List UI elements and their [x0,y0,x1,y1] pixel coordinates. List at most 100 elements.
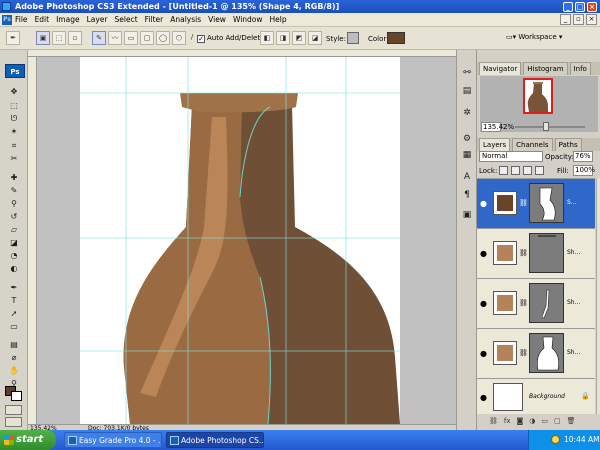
tool-presets-icon[interactable]: ▤ [460,84,474,98]
combine-intersect-icon[interactable]: ◩ [292,31,306,45]
lock-pixels-icon[interactable] [511,166,520,175]
combine-add-icon[interactable]: ◧ [260,31,274,45]
magic-wand-icon[interactable]: ✶ [6,126,22,138]
menu-help[interactable]: Help [270,13,287,27]
layer-name[interactable]: Background [529,393,565,400]
menu-image[interactable]: Image [56,13,80,27]
add-mask-icon[interactable]: ◙ [517,414,524,428]
link-layers-icon[interactable]: ⛓ [489,414,498,428]
opacity-input[interactable]: 76% [573,151,593,162]
layers-scrollbar[interactable] [596,178,600,414]
combine-exclude-icon[interactable]: ◪ [308,31,322,45]
move-icon[interactable]: ✥ [6,86,22,98]
path-select-icon[interactable]: ➚ [6,308,22,320]
rounded-rect-icon[interactable]: ▢ [140,31,154,45]
layer-name[interactable]: Sh... [567,249,580,256]
brushes-icon[interactable]: ⚯ [460,66,474,80]
doc-minimize-button[interactable]: _ [560,14,571,25]
tab-paths[interactable]: Paths [554,138,582,151]
background-color-swatch[interactable] [11,391,22,401]
navigator-thumbnail[interactable] [523,78,553,114]
eraser-icon[interactable]: ▱ [6,224,22,236]
layer-row[interactable]: ● ⛓ Sh... [477,329,595,379]
shape-icon[interactable]: ▭ [6,321,22,333]
lock-transparent-icon[interactable] [499,166,508,175]
lasso-icon[interactable]: ᘎ [6,113,22,125]
menu-layer[interactable]: Layer [87,13,108,27]
close-button[interactable]: × [587,1,597,12]
combine-subtract-icon[interactable]: ◨ [276,31,290,45]
eyedropper-icon[interactable]: ⌀ [6,352,22,364]
freeform-pen-icon[interactable]: 〰 [108,31,122,45]
navigator-slider-knob[interactable] [543,122,549,131]
navigator-zoom-slider[interactable] [515,126,585,128]
lock-position-icon[interactable] [523,166,532,175]
tab-channels[interactable]: Channels [512,138,553,151]
navigator-zoom-input[interactable]: 135.42% [481,122,514,132]
type-icon[interactable]: T [6,295,22,307]
tab-info[interactable]: Info [569,62,591,75]
brush-icon[interactable]: ✎ [6,185,22,197]
ps-menu-icon[interactable]: Ps [2,15,12,25]
menu-view[interactable]: View [208,13,226,27]
menu-analysis[interactable]: Analysis [170,13,201,27]
delete-layer-icon[interactable]: 🗑 [567,414,576,428]
visibility-eye-icon[interactable]: ● [480,249,487,258]
menu-edit[interactable]: Edit [35,13,50,27]
hand-icon[interactable]: ✋ [6,365,22,377]
new-group-icon[interactable]: ▭ [541,414,548,428]
workspace-menu[interactable]: ▭▾ Workspace ▾ [506,33,562,41]
marquee-icon[interactable]: ⬚ [6,100,22,112]
fill-pixels-icon[interactable]: ▫ [68,31,82,45]
layer-row[interactable]: ● ⛓ Sh... [477,279,595,329]
line-shape-icon[interactable]: / [188,31,196,45]
maximize-button[interactable]: □ [575,1,585,12]
polygon-shape-icon[interactable]: ⬡ [172,31,186,45]
menu-window[interactable]: Window [233,13,263,27]
rectangle-shape-icon[interactable]: ▭ [124,31,138,45]
tab-histogram[interactable]: Histogram [523,62,568,75]
gradient-icon[interactable]: ◪ [6,237,22,249]
layer-row[interactable]: ● ⛓ Sh... [477,229,595,279]
menu-select[interactable]: Select [115,13,138,27]
layer-name[interactable]: Sh... [567,349,580,356]
healing-icon[interactable]: ✚ [6,172,22,184]
minimize-button[interactable]: _ [563,1,573,12]
lock-all-icon[interactable] [535,166,544,175]
doc-close-button[interactable]: × [586,14,597,25]
visibility-eye-icon[interactable]: ● [480,299,487,308]
screen-mode-icon[interactable] [5,417,22,427]
shape-layers-icon[interactable]: ▣ [36,31,50,45]
actions-icon[interactable]: ▦ [460,148,474,162]
layer-comps-icon[interactable]: ▣ [460,208,474,222]
visibility-eye-icon[interactable]: ● [480,199,487,208]
ellipse-shape-icon[interactable]: ◯ [156,31,170,45]
taskbar-item[interactable]: Easy Grade Pro 4.0 - ... [64,432,162,448]
fx-icon[interactable]: fx [504,414,511,428]
fill-input[interactable]: 100% [573,165,595,176]
pen-icon[interactable]: ✒ [6,282,22,294]
auto-add-delete-checkbox[interactable]: ✓ Auto Add/Delete [197,34,264,43]
dodge-icon[interactable]: ◐ [6,263,22,275]
layer-name[interactable]: S... [567,199,577,206]
visibility-eye-icon[interactable]: ● [480,349,487,358]
clock[interactable]: 10:44 AM [564,430,600,450]
paragraph-icon[interactable]: ¶ [460,188,474,202]
character-icon[interactable]: A [460,170,474,184]
history-brush-icon[interactable]: ↺ [6,211,22,223]
visibility-eye-icon[interactable]: ● [480,393,487,402]
doc-restore-button[interactable]: ▫ [573,14,584,25]
start-button[interactable]: start [0,430,56,450]
adjustment-layer-icon[interactable]: ◑ [529,414,535,428]
color-swatch[interactable] [387,32,405,44]
canvas[interactable] [80,57,400,424]
style-picker[interactable] [347,32,359,44]
blend-mode-select[interactable]: Normal [479,151,543,162]
layer-name[interactable]: Sh... [567,299,580,306]
crop-icon[interactable]: ⌗ [6,140,22,152]
tray-status-icon[interactable] [551,435,560,444]
pen-icon[interactable]: ✎ [92,31,106,45]
pen-tool-preset-icon[interactable]: ✒ [6,31,20,45]
menu-filter[interactable]: Filter [145,13,164,27]
tab-navigator[interactable]: Navigator [479,62,522,75]
